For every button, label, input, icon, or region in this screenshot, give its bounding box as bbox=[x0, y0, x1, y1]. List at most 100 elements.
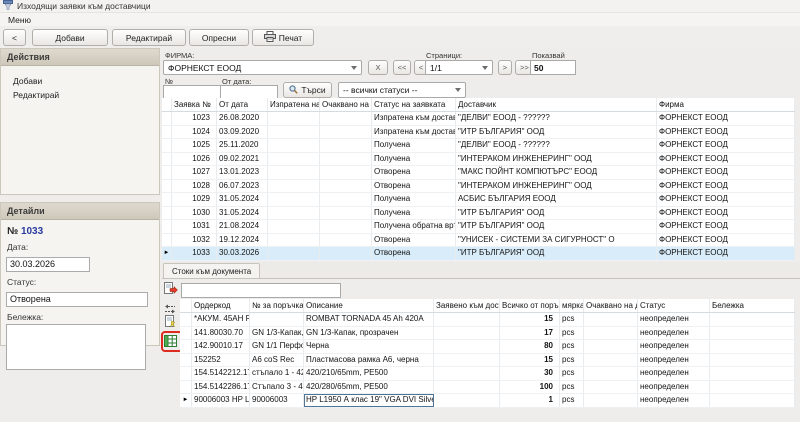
grid-cell[interactable]: "УНИСЕК - СИСТЕМИ ЗА СИГУРНОСТ" О bbox=[456, 234, 657, 247]
column-header[interactable]: Очаквано на дата bbox=[584, 299, 638, 312]
date-input[interactable] bbox=[6, 257, 90, 272]
grid-cell[interactable]: pcs bbox=[560, 354, 584, 367]
column-header[interactable]: № за поръчка bbox=[250, 299, 304, 312]
grid-cell[interactable] bbox=[584, 313, 638, 326]
first-page-button[interactable]: << bbox=[393, 60, 411, 75]
grid-cell[interactable]: 152252 bbox=[192, 354, 250, 367]
grid-cell[interactable] bbox=[268, 126, 320, 139]
tab-document-items[interactable]: Стоки към документа bbox=[163, 263, 260, 278]
grid-cell[interactable]: 90006003 HP L 1950 bbox=[192, 394, 250, 407]
grid-cell[interactable]: GN 1/3-Капак, прозрачен bbox=[304, 327, 434, 340]
table-row[interactable]: *АКУМ. 45АН ROMBAROMBAT TORNADA 45 Ah 42… bbox=[180, 313, 795, 327]
column-header[interactable]: Фирма bbox=[657, 98, 795, 111]
grid-cell[interactable]: А6 coS Rec bbox=[250, 354, 304, 367]
grid-cell[interactable]: 90006003 bbox=[250, 394, 304, 407]
grid-cell[interactable]: 31.05.2024 bbox=[217, 193, 268, 206]
grid-cell[interactable]: Получена bbox=[372, 153, 456, 166]
grid-cell[interactable]: неопределен bbox=[638, 394, 710, 407]
grid-cell[interactable]: 1032 bbox=[172, 234, 217, 247]
grid-cell[interactable]: "ИТР БЪЛГАРИЯ" ООД bbox=[456, 207, 657, 220]
grid-cell[interactable]: Отворена bbox=[372, 234, 456, 247]
grid-cell[interactable]: неопределен bbox=[638, 327, 710, 340]
grid-cell[interactable] bbox=[320, 193, 372, 206]
clear-company-button[interactable]: X bbox=[368, 60, 388, 75]
back-button[interactable]: < bbox=[3, 29, 26, 46]
grid-cell[interactable]: 80 bbox=[500, 340, 560, 353]
grid-cell[interactable]: 31.05.2024 bbox=[217, 207, 268, 220]
column-header[interactable]: Доставчик bbox=[456, 98, 657, 111]
grid-cell[interactable]: ФОРНЕКСТ ЕООД bbox=[657, 139, 795, 152]
table-row[interactable]: ►103330.03.2026Отворена"ИТР БЪЛГАРИЯ" ОО… bbox=[162, 247, 795, 261]
grid-cell[interactable] bbox=[584, 340, 638, 353]
grid-cell[interactable] bbox=[584, 327, 638, 340]
grid-cell[interactable]: ФОРНЕКСТ ЕООД bbox=[657, 180, 795, 193]
status-input[interactable] bbox=[6, 292, 148, 307]
refresh-button[interactable]: Опресни bbox=[189, 29, 249, 46]
grid-cell[interactable] bbox=[434, 367, 500, 380]
table-row[interactable]: 102326.08.2020Изпратена към доставчика"Д… bbox=[162, 112, 795, 126]
page-select[interactable]: 1/1 bbox=[425, 60, 493, 75]
excel-icon[interactable] bbox=[164, 334, 177, 352]
grid-cell[interactable] bbox=[268, 207, 320, 220]
grid-cell[interactable] bbox=[710, 340, 795, 353]
grid-cell[interactable] bbox=[710, 394, 795, 407]
grid-cell[interactable]: Получена bbox=[372, 207, 456, 220]
grid-cell[interactable] bbox=[584, 367, 638, 380]
grid-cell[interactable]: 1 bbox=[500, 394, 560, 407]
grid-cell[interactable]: "ИНТЕРАКОМ ИНЖЕНЕРИНГ" ООД bbox=[456, 153, 657, 166]
table-row[interactable]: 152252А6 coS RecПластмасова рамка А6, че… bbox=[180, 354, 795, 368]
action-add-link[interactable]: Добави bbox=[1, 74, 159, 88]
grid-cell[interactable] bbox=[584, 354, 638, 367]
grid-cell[interactable]: 1029 bbox=[172, 193, 217, 206]
grid-cell[interactable]: АСБИС БЪЛГАРИЯ ЕООД bbox=[456, 193, 657, 206]
grid-cell[interactable] bbox=[320, 153, 372, 166]
show-count-input[interactable] bbox=[530, 60, 576, 75]
grid-cell[interactable]: Отворена bbox=[372, 247, 456, 260]
grid-cell[interactable] bbox=[320, 220, 372, 233]
grid-cell[interactable]: Черна bbox=[304, 340, 434, 353]
column-header[interactable]: От дата bbox=[217, 98, 268, 111]
grid-cell[interactable] bbox=[434, 381, 500, 394]
column-header[interactable]: Описание bbox=[304, 299, 434, 312]
grid-cell[interactable]: стъпало 1 - 42x2 bbox=[250, 367, 304, 380]
grid-cell[interactable] bbox=[320, 234, 372, 247]
grid-cell[interactable]: 15 bbox=[500, 354, 560, 367]
grid-cell[interactable]: 25.11.2020 bbox=[217, 139, 268, 152]
table-row[interactable]: 103121.08.2024Получена обратна връзка"ИТ… bbox=[162, 220, 795, 234]
grid-cell[interactable]: 09.02.2021 bbox=[217, 153, 268, 166]
table-row[interactable]: 103219.12.2024Отворена"УНИСЕК - СИСТЕМИ … bbox=[162, 234, 795, 248]
grid-cell[interactable] bbox=[268, 166, 320, 179]
grid-cell[interactable]: 1025 bbox=[172, 139, 217, 152]
grid-cell[interactable]: 420/280/65mm, PE500 bbox=[304, 381, 434, 394]
grid-cell[interactable] bbox=[320, 180, 372, 193]
grid-cell[interactable] bbox=[268, 139, 320, 152]
status-filter-select[interactable]: -- всички статуси -- bbox=[338, 82, 466, 98]
grid-cell[interactable]: неопределен bbox=[638, 381, 710, 394]
grid-cell[interactable]: pcs bbox=[560, 394, 584, 407]
grid-cell[interactable] bbox=[320, 247, 372, 260]
grid-cell[interactable]: "ИТР БЪЛГАРИЯ" ООД bbox=[456, 247, 657, 260]
table-row[interactable]: 154.5142212.17стъпало 1 - 42x2420/210/65… bbox=[180, 367, 795, 381]
grid-cell[interactable] bbox=[320, 166, 372, 179]
grid-cell[interactable] bbox=[268, 193, 320, 206]
edit-button[interactable]: Редактирай bbox=[112, 29, 186, 46]
column-header[interactable]: Заявка № bbox=[172, 98, 217, 111]
grid-cell[interactable] bbox=[268, 153, 320, 166]
grid-cell[interactable]: "ИТР БЪЛГАРИЯ" ООД bbox=[456, 126, 657, 139]
menu-menu[interactable]: Меню bbox=[8, 15, 31, 25]
grid-cell[interactable] bbox=[268, 180, 320, 193]
grid-cell[interactable]: Получена bbox=[372, 193, 456, 206]
grid-cell[interactable]: ФОРНЕКСТ ЕООД bbox=[657, 166, 795, 179]
grid-cell[interactable]: неопределен bbox=[638, 340, 710, 353]
grid-cell[interactable]: "ИНТЕРАКОМ ИНЖЕНЕРИНГ" ООД bbox=[456, 180, 657, 193]
grid-cell[interactable] bbox=[268, 247, 320, 260]
grid-cell[interactable]: Пластмасова рамка А6, черна bbox=[304, 354, 434, 367]
grid-cell[interactable]: Изпратена към доставчика bbox=[372, 112, 456, 125]
grid-cell[interactable]: 17 bbox=[500, 327, 560, 340]
grid-cell[interactable]: ROMBAT TORNADA 45 Ah 420A bbox=[304, 313, 434, 326]
column-header[interactable]: Всичко от поръчки bbox=[500, 299, 560, 312]
grid-cell[interactable]: Изпратена към доставчика bbox=[372, 126, 456, 139]
grid-cell[interactable] bbox=[584, 394, 638, 407]
grid-cell[interactable]: pcs bbox=[560, 367, 584, 380]
grid-cell[interactable]: Отворена bbox=[372, 166, 456, 179]
